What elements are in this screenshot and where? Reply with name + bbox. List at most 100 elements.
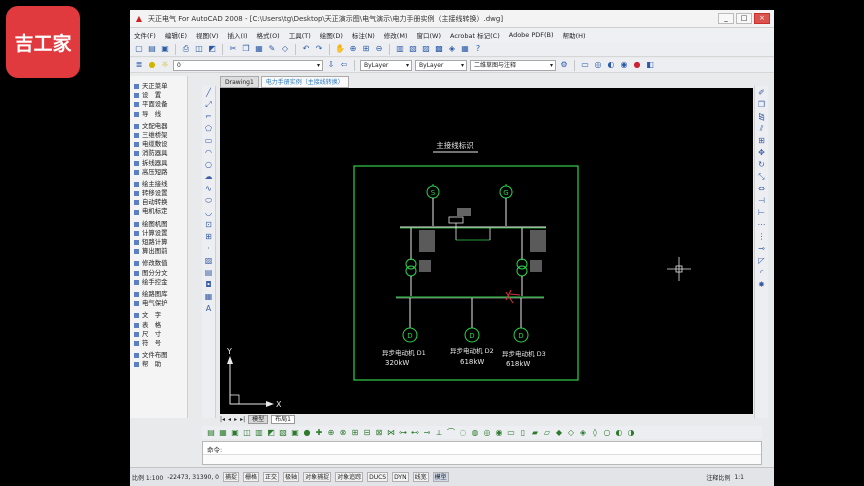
tool-icon[interactable]: ○ — [602, 428, 612, 438]
tab-model[interactable]: 模型 — [248, 414, 269, 424]
screen-menu-item[interactable]: 三维桥架 — [130, 131, 187, 140]
redo-icon[interactable]: ↷ — [314, 44, 324, 54]
menu-item-3[interactable]: 插入(I) — [228, 30, 248, 40]
gradient-icon[interactable]: ▤ — [204, 268, 214, 278]
trim-icon[interactable]: ⊣ — [757, 196, 767, 206]
settings-icon[interactable]: ⚙ — [559, 60, 569, 70]
preview-icon[interactable]: ◫ — [194, 44, 204, 54]
print-icon[interactable]: ⎙ — [181, 44, 191, 54]
command-input[interactable] — [203, 454, 761, 464]
status-toggle-9[interactable]: 模型 — [432, 472, 449, 482]
screen-menu-item[interactable]: 平面设备 — [130, 100, 187, 109]
layer-dropdown[interactable]: 0 — [173, 59, 323, 71]
screen-menu-item[interactable]: 文配电器 — [130, 122, 187, 131]
visual-style-icon[interactable]: ◐ — [606, 60, 616, 70]
tool-icon[interactable]: ◫ — [242, 428, 252, 438]
menu-item-12[interactable]: 帮助(H) — [563, 30, 586, 40]
status-toggle-6[interactable]: DUCS — [367, 472, 389, 482]
screen-menu-item[interactable]: 绘主接线 — [130, 180, 187, 189]
screen-menu-item[interactable]: 电气保护 — [130, 299, 187, 308]
menu-item-10[interactable]: Acrobat 标记(C) — [450, 30, 500, 40]
fillet-icon[interactable]: ◜ — [757, 268, 767, 278]
view-icon[interactable]: ▭ — [580, 60, 590, 70]
drawing-canvas[interactable]: 主接线标识 S G D D D 异步电动机 D1 320kW 异步电动机 D2 … — [220, 88, 753, 414]
screen-menu-item[interactable]: 天正菜单 — [130, 82, 187, 91]
menu-item-1[interactable]: 编辑(E) — [165, 30, 187, 40]
menu-item-2[interactable]: 视图(V) — [196, 30, 219, 40]
spline-icon[interactable]: ∿ — [204, 184, 214, 194]
screen-menu-item[interactable]: 尺 寸 — [130, 330, 187, 339]
hatch-icon[interactable]: ▨ — [204, 256, 214, 266]
status-toggle-0[interactable]: 捕捉 — [223, 472, 240, 482]
tab-current-drawing[interactable]: 电力手册实例（主接线转换） — [260, 76, 349, 88]
tool-icon[interactable]: ⊶ — [398, 428, 408, 438]
screen-menu-item[interactable]: 电机标定 — [130, 207, 187, 216]
screen-menu-item[interactable]: 表 格 — [130, 321, 187, 330]
tool-icon[interactable]: ▭ — [506, 428, 516, 438]
properties-icon[interactable]: ▥ — [395, 44, 405, 54]
tab-layout1[interactable]: 布局1 — [271, 414, 295, 424]
menu-item-11[interactable]: Adobe PDF(B) — [509, 31, 554, 39]
copy-icon[interactable]: ❐ — [241, 44, 251, 54]
tool-icon[interactable]: ◩ — [266, 428, 276, 438]
tool-icon[interactable]: ⊞ — [350, 428, 360, 438]
mirror-icon[interactable]: ⧎ — [757, 112, 767, 122]
menu-item-0[interactable]: 文件(F) — [134, 30, 156, 40]
screen-menu-item[interactable]: 电缆敷设 — [130, 140, 187, 149]
array-icon[interactable]: ⊞ — [757, 136, 767, 146]
screen-menu-item[interactable]: 绘图机图 — [130, 220, 187, 229]
status-toggle-8[interactable]: 线宽 — [412, 472, 429, 482]
screen-menu-item[interactable]: 文 字 — [130, 311, 187, 320]
tool-palettes-icon[interactable]: ▨ — [421, 44, 431, 54]
explode-icon[interactable]: ✸ — [757, 280, 767, 290]
tool-icon[interactable]: ⌒ — [446, 428, 456, 438]
stretch-icon[interactable]: ⇔ — [757, 184, 767, 194]
join-icon[interactable]: ⊸ — [757, 244, 767, 254]
tool-icon[interactable]: ▣ — [230, 428, 240, 438]
tool-icon[interactable]: ▦ — [218, 428, 228, 438]
open-file-icon[interactable]: ▤ — [147, 44, 157, 54]
save-icon[interactable]: ▣ — [290, 428, 300, 438]
rotate-icon[interactable]: ↻ — [757, 160, 767, 170]
screen-menu-item[interactable]: 计算设置 — [130, 229, 187, 238]
undo-icon[interactable]: ↶ — [301, 44, 311, 54]
screen-menu-item[interactable]: 短路计算 — [130, 238, 187, 247]
tool-icon[interactable]: ◉ — [494, 428, 504, 438]
paste-icon[interactable]: ▦ — [254, 44, 264, 54]
screen-menu-item[interactable]: 图分分文 — [130, 269, 187, 278]
screen-menu-item[interactable]: 修改数值 — [130, 259, 187, 268]
pan-icon[interactable]: ✋ — [335, 44, 345, 54]
screen-menu-item[interactable]: 绘手控金 — [130, 278, 187, 287]
tool-icon[interactable]: ✚ — [314, 428, 324, 438]
line-icon[interactable]: ╱ — [204, 88, 214, 98]
table-icon[interactable]: ▦ — [204, 292, 214, 302]
offset-icon[interactable]: ⫽ — [757, 124, 767, 134]
tool-icon[interactable]: ● — [302, 428, 312, 438]
screen-menu-item[interactable]: 帮 助 — [130, 360, 187, 369]
viewport-icon[interactable]: ◧ — [645, 60, 655, 70]
make-block-icon[interactable]: ⊞ — [204, 232, 214, 242]
polyline-icon[interactable]: ⌐ — [204, 112, 214, 122]
workspace-dropdown[interactable]: 二维草图与注释 — [470, 59, 556, 71]
tool-icon[interactable]: ⊟ — [362, 428, 372, 438]
publish-icon[interactable]: ◩ — [207, 44, 217, 54]
markup-icon[interactable]: ◈ — [447, 44, 457, 54]
tool-icon[interactable]: ◑ — [626, 428, 636, 438]
tool-icon[interactable]: ◐ — [614, 428, 624, 438]
zoom-previous-icon[interactable]: ⊖ — [374, 44, 384, 54]
maximize-button[interactable]: □ — [736, 13, 752, 24]
status-toggle-5[interactable]: 对象追踪 — [335, 472, 364, 482]
menu-item-6[interactable]: 绘图(D) — [320, 30, 343, 40]
ellipse-arc-icon[interactable]: ◡ — [204, 208, 214, 218]
tool-icon[interactable]: ▯ — [518, 428, 528, 438]
tab-nav-last-icon[interactable]: ▸| — [240, 416, 245, 423]
status-scale[interactable]: 比例 1:100 — [132, 473, 163, 482]
screen-menu-item[interactable]: 导 线 — [130, 110, 187, 119]
revision-cloud-icon[interactable]: ☁ — [204, 172, 214, 182]
menu-item-9[interactable]: 窗口(W) — [416, 30, 441, 40]
layer-previous-icon[interactable]: ⇦ — [339, 60, 349, 70]
linetype-control[interactable]: ByLayer — [415, 59, 467, 71]
insert-block-icon[interactable]: ⊡ — [204, 220, 214, 230]
tool-icon[interactable]: ⋈ — [386, 428, 396, 438]
save-icon[interactable]: ▣ — [160, 44, 170, 54]
